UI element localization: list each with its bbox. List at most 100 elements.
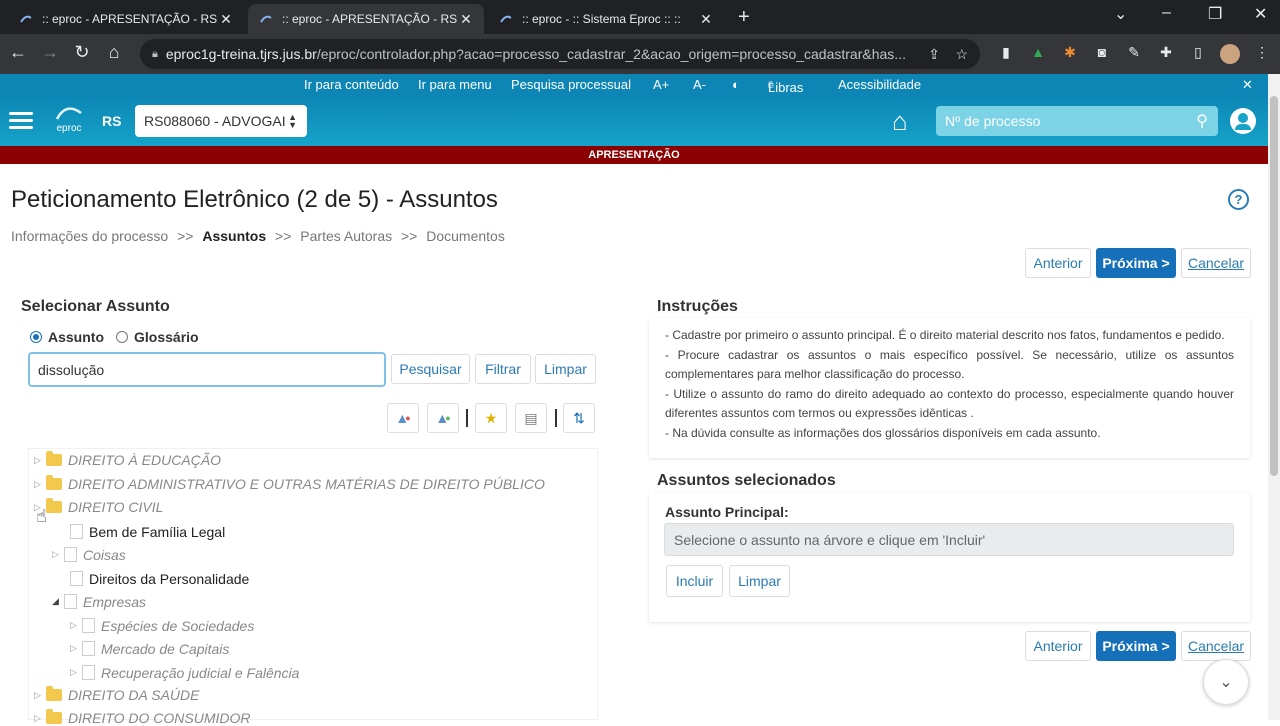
close-icon[interactable]: ✕ [1242,77,1253,93]
extension-camera-icon[interactable]: ◙ [1092,44,1112,64]
link-skip-content[interactable]: Ir para conteúdo [304,77,399,92]
search-icon[interactable]: ⚲ [1196,111,1208,131]
radio-subject[interactable]: Assunto [30,329,104,345]
restore-icon[interactable]: ❐ [1208,4,1222,24]
tree-node[interactable]: Bem de Família Legal [70,523,225,540]
avatar[interactable] [1220,44,1240,64]
forward-icon[interactable]: → [38,42,62,63]
tree-expand-icon[interactable]: ▷ [34,713,46,724]
lock-icon: 🔒︎ [152,47,158,60]
profile-select-value: RS088060 - ADVOGAI [144,113,286,129]
clear-selected-button[interactable]: Limpar [729,565,790,597]
tree-collapse-icon[interactable]: ◢ [52,596,64,607]
menu-kebab-icon[interactable]: ⋮ [1252,44,1272,64]
extension-edit-icon[interactable]: ✎ [1124,44,1144,64]
close-tab-icon[interactable]: ✕ [218,11,234,28]
breadcrumb-step-current: Assuntos [202,228,267,244]
tree-expand-icon[interactable]: ▷ [52,549,64,560]
eproc-favicon-icon [258,11,274,27]
browser-tab-1[interactable]: :: eproc - APRESENTAÇÃO - RS - ✕ [8,4,244,34]
new-tab-button[interactable]: + [738,6,750,29]
radio-glossary[interactable]: Glossário [116,329,199,345]
tree-node[interactable]: ▷ Recuperação judicial e Falência [70,664,299,681]
minimize-icon[interactable]: – [1162,4,1171,22]
tree-node[interactable]: ▷ DIREITO ADMINISTRATIVO E OUTRAS MATÉRI… [34,475,545,492]
close-tab-icon[interactable]: ✕ [698,11,714,28]
home-button-icon[interactable]: ⌂ [892,106,908,137]
tree-expand-icon[interactable]: ▷ [34,455,46,466]
contrast-icon[interactable]: ◐ [732,77,740,92]
search-button[interactable]: Pesquisar [391,354,470,384]
include-button[interactable]: Incluir [666,565,723,597]
address-bar[interactable]: 🔒︎ eproc1g-treina.tjrs.jus.br/eproc/cont… [140,39,980,69]
extension-drive-icon[interactable]: ▲ [1028,44,1048,64]
help-icon[interactable]: ? [1228,189,1249,210]
scroll-down-button[interactable]: ⌄ [1203,659,1249,705]
share-icon[interactable]: ⇪ [928,46,940,63]
tree-expand-icon[interactable]: ▷ [70,620,82,631]
sidebar-icon[interactable]: ▯ [1188,44,1208,64]
tree-node[interactable]: ▷ Mercado de Capitais [70,640,229,657]
document-icon [82,618,95,633]
tree-node[interactable]: ◢ Empresas [52,593,146,610]
process-search-input[interactable]: Nº de processo ⚲ [936,106,1218,136]
tree-expand-icon[interactable]: ▷ [34,690,46,701]
puzzle-icon[interactable]: ✚ [1156,44,1176,64]
tree-node[interactable]: ▷ DIREITO À EDUCAÇÃO [34,451,221,468]
previous-button-bottom[interactable]: Anterior [1025,631,1091,661]
tree-node[interactable]: ▷ DIREITO DA SAÚDE [34,686,199,703]
user-icon[interactable] [1230,108,1256,134]
accessibility-link[interactable]: Acessibilidade [838,77,921,92]
reload-icon[interactable]: ↻ [70,42,94,63]
link-skip-menu[interactable]: Ir para menu [418,77,492,92]
scrollbar-thumb[interactable] [1270,96,1278,476]
state-label: RS [102,113,122,129]
select-subject-heading: Selecionar Assunto [21,298,170,315]
back-icon[interactable]: ← [6,42,30,63]
favorites-star-icon[interactable]: ★ [475,403,507,433]
app-header: eproc RS RS088060 - ADVOGAI ▲ ▼ ⌂ Nº de p… [0,96,1268,146]
star-icon[interactable]: ☆ [955,46,968,63]
font-decrease-button[interactable]: A- [693,77,706,92]
tree-node[interactable]: Direitos da Personalidade [70,570,249,587]
cancel-button-bottom[interactable]: Cancelar [1181,631,1251,661]
tree-node[interactable]: ▷ Coisas [52,546,126,563]
tree-remove-icon[interactable]: ▲ ● [387,403,419,433]
close-window-icon[interactable]: ✕ [1254,4,1267,24]
chevron-down-icon[interactable]: ⌄ [1114,4,1127,24]
close-tab-icon[interactable]: ✕ [458,11,474,28]
cancel-button[interactable]: Cancelar [1181,248,1251,278]
next-button-bottom[interactable]: Próxima > [1096,631,1176,661]
tree-expand-icon[interactable]: ▷ [70,667,82,678]
home-icon[interactable]: ⌂ [102,42,126,63]
tree-node[interactable]: ▷ Espécies de Sociedades [70,617,254,634]
tree-expand-icon[interactable]: ▷ [34,479,46,490]
profile-select[interactable]: RS088060 - ADVOGAI ▲ ▼ [135,105,307,137]
instruction-line: - Na dúvida consulte as informações dos … [665,425,1101,440]
previous-button[interactable]: Anterior [1025,248,1091,278]
extension-bookmark-icon[interactable]: ▮ [996,44,1016,64]
browser-tab-2[interactable]: :: eproc - APRESENTAÇÃO - RS - ✕ [248,4,484,34]
extension-star-icon[interactable]: ✱ [1060,44,1080,64]
instruction-line: - Utilize o assunto do ramo do direito a… [665,386,1234,421]
next-button[interactable]: Próxima > [1096,248,1176,278]
subject-search-input[interactable]: dissolução [28,352,386,387]
link-process-search[interactable]: Pesquisa processual [511,77,631,92]
folder-icon [46,686,62,701]
browser-tabbar: :: eproc - APRESENTAÇÃO - RS - ✕ :: epro… [0,0,1280,34]
sort-icon[interactable]: ⇅ [563,403,595,433]
document-icon [70,571,83,586]
tree-expand-icon[interactable]: ▷ [70,643,82,654]
font-increase-button[interactable]: A+ [653,77,669,92]
filter-button[interactable]: Filtrar [475,354,531,384]
browser-tab-3[interactable]: :: eproc - :: Sistema Eproc :: :: ✕ [488,4,724,34]
tree-node-label: Bem de Família Legal [89,523,226,540]
hamburger-menu-icon[interactable] [9,112,33,130]
folder-icon [46,709,62,724]
clear-button[interactable]: Limpar [535,354,596,384]
tree-add-icon[interactable]: ▲ ● [427,403,459,433]
radio-selected-icon [30,331,42,343]
tree-node[interactable]: ▷ DIREITO CIVIL [34,498,163,515]
tree-node[interactable]: ▷ DIREITO DO CONSUMIDOR [34,709,251,726]
tree-list-icon[interactable]: ▤ [515,403,547,433]
